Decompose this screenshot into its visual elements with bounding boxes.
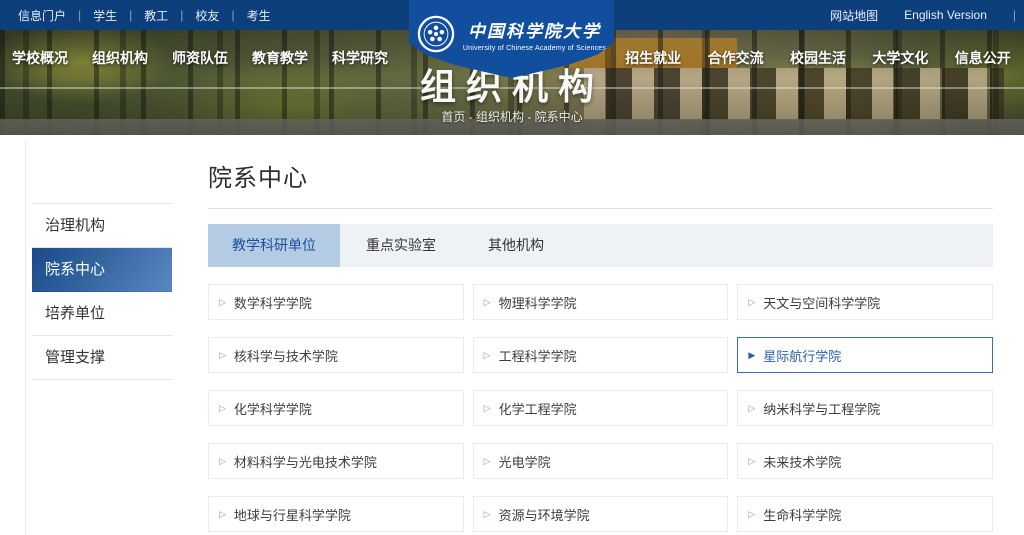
department-card[interactable]: ▷ 光电学院 [473,443,729,479]
nav-item[interactable]: 学校概况 [12,48,68,68]
department-card-label: 工程科学学院 [499,346,577,365]
department-card-label: 物理科学学院 [499,293,577,312]
topbar-link[interactable]: 网站地图 [830,7,878,24]
topbar-separator: | [129,8,132,22]
nav-item[interactable]: 组织机构 [92,48,148,68]
department-card[interactable]: ▷ 未来技术学院 [737,443,993,479]
topbar-link[interactable]: 教工 [144,7,168,24]
arrow-right-icon: ▷ [484,510,491,519]
department-card[interactable]: ▷ 地球与行星科学学院 [208,496,464,532]
nav-item[interactable]: 大学文化 [872,48,928,68]
department-card-label: 材料科学与光电技术学院 [234,452,377,471]
department-card-label: 星际航行学院 [763,346,841,365]
department-card-label: 化学工程学院 [499,399,577,418]
department-card-label: 数学科学学院 [234,293,312,312]
nav-item[interactable]: 招生就业 [625,48,681,68]
department-card[interactable]: ▷ 资源与环境学院 [473,496,729,532]
nav-item[interactable]: 合作交流 [708,48,764,68]
department-card-label: 未来技术学院 [763,452,841,471]
topbar-link[interactable]: 学生 [93,7,117,24]
sidebar-divider-line [25,140,26,535]
arrow-right-icon: ▷ [484,298,491,307]
department-card-label: 地球与行星科学学院 [234,505,351,524]
department-card[interactable]: ▷ 纳米科学与工程学院 [737,390,993,426]
department-card[interactable]: ▶ 星际航行学院 [737,337,993,373]
topbar-links: 信息门户 | 学生 | 教工 | 校友 | 考生 [18,7,271,24]
topbar-separator: | [231,8,234,22]
main-nav-left: 学校概况 组织机构 师资队伍 教育教学 科学研究 [0,44,400,72]
tab[interactable]: 重点实验室 [340,224,462,267]
nav-item[interactable]: 校园生活 [790,48,846,68]
title-divider [208,208,993,209]
sidebar-item[interactable]: 院系中心 [32,248,172,292]
department-card[interactable]: ▷ 物理科学学院 [473,284,729,320]
arrow-right-icon: ▷ [748,404,755,413]
topbar-link[interactable]: English Version [904,8,987,22]
main-content: 院系中心 教学科研单位重点实验室其他机构 ▷ 数学科学学院 ▷ 物理科学学院 ▷ 天文与空… [208,140,993,532]
department-card[interactable]: ▷ 数学科学学院 [208,284,464,320]
department-card[interactable]: ▷ 工程科学学院 [473,337,729,373]
department-card[interactable]: ▷ 核科学与技术学院 [208,337,464,373]
department-card-label: 化学科学学院 [234,399,312,418]
sidebar-item[interactable]: 治理机构 [32,204,172,248]
nav-item[interactable]: 科学研究 [332,48,388,68]
page: 信息门户 | 学生 | 教工 | 校友 | 考生 网站地图 English Version | 组织… [0,0,1024,535]
arrow-right-icon: ▷ [219,457,226,466]
department-card-label: 核科学与技术学院 [234,346,338,365]
sidebar: 治理机构院系中心培养单位管理支撑 [32,203,172,380]
arrow-right-icon: ▶ [748,351,755,360]
arrow-right-icon: ▷ [219,510,226,519]
department-card-label: 光电学院 [499,452,551,471]
breadcrumb[interactable]: 首页 - 组织机构 - 院系中心 [0,108,1024,125]
arrow-right-icon: ▷ [219,298,226,307]
department-card[interactable]: ▷ 天文与空间科学学院 [737,284,993,320]
department-card[interactable]: ▷ 生命科学学院 [737,496,993,532]
arrow-right-icon: ▷ [748,298,755,307]
arrow-right-icon: ▷ [484,457,491,466]
department-card-label: 纳米科学与工程学院 [763,399,880,418]
logo-name-cn: 中国科学院大学 [468,17,601,42]
department-grid: ▷ 数学科学学院 ▷ 物理科学学院 ▷ 天文与空间科学学院 ▷ 核科学与技术学院 ▷ 工程科学学院… [208,284,993,532]
arrow-right-icon: ▷ [748,457,755,466]
arrow-right-icon: ▷ [748,510,755,519]
arrow-right-icon: ▷ [219,404,226,413]
arrow-right-icon: ▷ [484,351,491,360]
arrow-right-icon: ▷ [484,404,491,413]
topbar-link[interactable]: 信息门户 [18,7,66,24]
tab[interactable]: 其他机构 [462,224,570,267]
nav-item[interactable]: 师资队伍 [172,48,228,68]
topbar-link[interactable]: 考生 [247,7,271,24]
department-card-label: 资源与环境学院 [499,505,590,524]
department-card[interactable]: ▷ 化学科学学院 [208,390,464,426]
logo-text: 中国科学院大学 University of Chinese Academy of… [463,17,606,52]
topbar-separator: | [180,8,183,22]
tab[interactable]: 教学科研单位 [208,224,340,267]
department-card-label: 生命科学学院 [763,505,841,524]
topbar-separator: | [78,8,81,22]
nav-item[interactable]: 信息公开 [955,48,1011,68]
tabbar: 教学科研单位重点实验室其他机构 [208,224,993,267]
page-title: 院系中心 [208,140,993,193]
logo-name-en: University of Chinese Academy of Science… [463,45,606,52]
main-nav-right: 招生就业 合作交流 校园生活 大学文化 信息公开 [612,44,1024,72]
topbar-link[interactable]: 校友 [195,7,219,24]
department-card-label: 天文与空间科学学院 [763,293,880,312]
topbar-separator: | [1013,8,1016,22]
sidebar-item[interactable]: 培养单位 [32,292,172,336]
arrow-right-icon: ▷ [219,351,226,360]
header-banner: 信息门户 | 学生 | 教工 | 校友 | 考生 网站地图 English Version | 组织… [0,0,1024,135]
topbar-right-links: 网站地图 English Version | [830,7,1016,24]
department-card[interactable]: ▷ 材料科学与光电技术学院 [208,443,464,479]
nav-item[interactable]: 教育教学 [252,48,308,68]
department-card[interactable]: ▷ 化学工程学院 [473,390,729,426]
sidebar-item[interactable]: 管理支撑 [32,336,172,380]
ucas-emblem-icon [417,15,455,53]
